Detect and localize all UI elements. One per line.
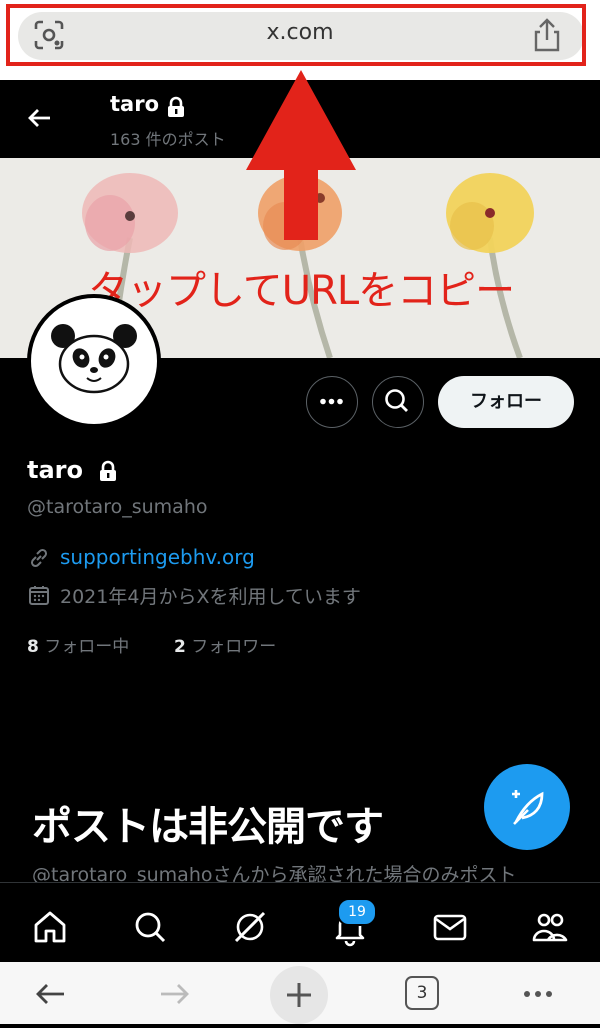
grok-icon[interactable] [230, 907, 270, 947]
compose-post-button[interactable] [484, 764, 570, 850]
private-notice-title: ポストは非公開です [32, 804, 384, 850]
new-tab-icon [287, 983, 311, 1007]
forward-icon[interactable] [155, 974, 195, 1014]
annotation-highlight-box [6, 4, 586, 66]
browser-toolbar: 3 [0, 962, 600, 1024]
home-icon[interactable] [30, 907, 70, 947]
lock-icon [168, 96, 184, 117]
calendar-icon [29, 586, 49, 605]
compose-feather-icon [512, 790, 544, 825]
more-icon[interactable] [518, 974, 558, 1014]
bottom-tab-bar [0, 882, 600, 963]
back-icon[interactable] [30, 974, 70, 1014]
more-options-button[interactable] [306, 376, 358, 428]
more-icon [320, 398, 343, 405]
followers-label: フォロワー [191, 637, 277, 657]
notification-badge: 19 [337, 898, 377, 926]
messages-envelope-icon[interactable] [430, 907, 470, 947]
avatar[interactable] [27, 294, 161, 428]
annotation-arrow-icon [246, 70, 356, 240]
search-posts-button[interactable] [372, 376, 424, 428]
display-name: taro [27, 456, 83, 484]
lock-icon [100, 460, 116, 481]
new-tab-button[interactable] [270, 966, 328, 1024]
header-post-count: 163 件のポスト [110, 130, 226, 149]
followers-count: 2 [174, 637, 186, 657]
following-count: 8 [27, 637, 39, 657]
join-date: 2021年4月からXを利用しています [60, 586, 361, 608]
search-icon[interactable] [130, 907, 170, 947]
followers-stat[interactable]: 2 フォロワー [174, 632, 276, 657]
following-stat[interactable]: 8 フォロー中 [27, 632, 129, 657]
back-arrow-icon[interactable] [22, 100, 58, 136]
following-label: フォロー中 [44, 637, 130, 657]
user-handle: @tarotaro_sumaho [27, 496, 208, 518]
search-icon [385, 389, 408, 412]
panda-avatar-icon [51, 324, 137, 394]
communities-icon[interactable] [530, 907, 570, 947]
profile-link[interactable]: supportingebhv.org [60, 545, 255, 569]
tabs-icon[interactable]: 3 [405, 976, 439, 1010]
link-icon [30, 548, 48, 568]
follow-button[interactable]: フォロー [438, 376, 574, 428]
header-display-name: taro [110, 92, 159, 116]
